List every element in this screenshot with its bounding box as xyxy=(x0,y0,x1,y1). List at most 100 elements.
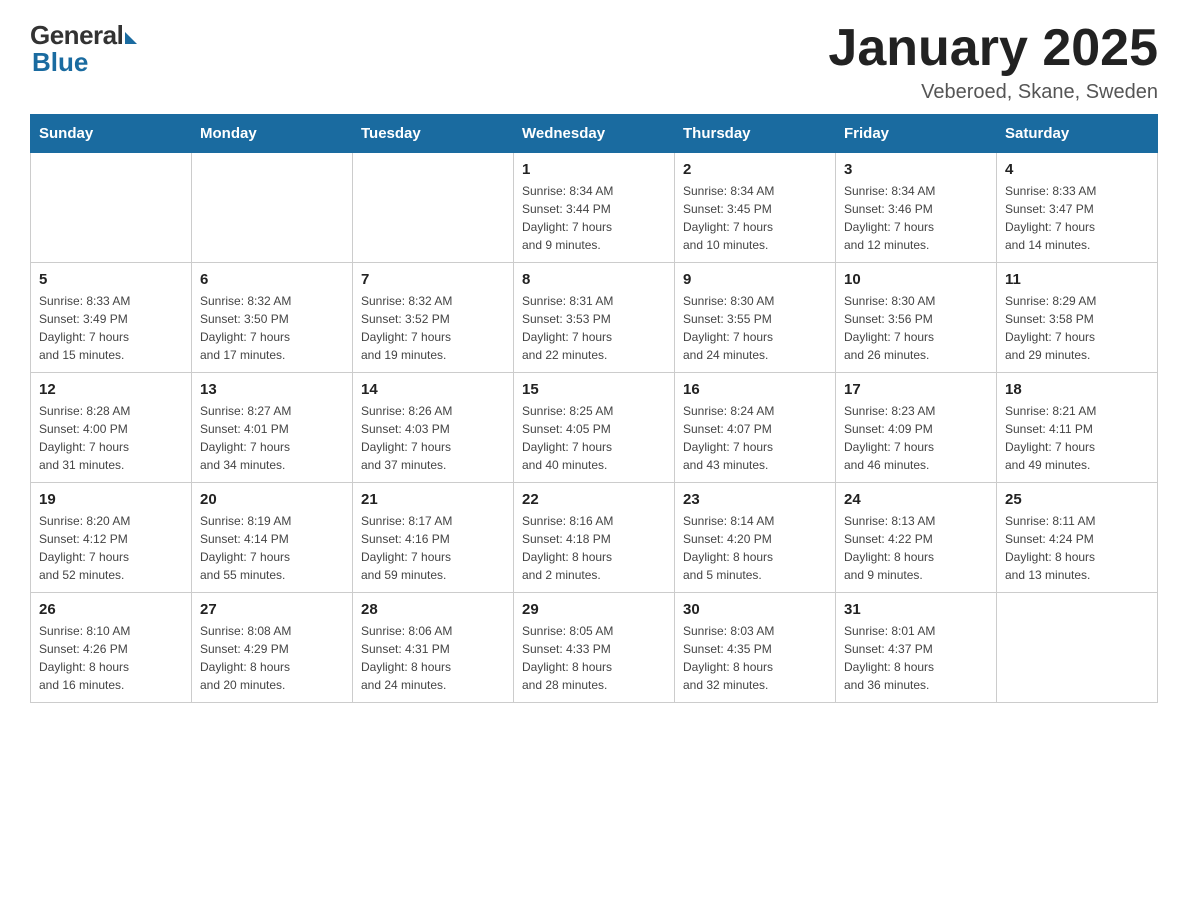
calendar-empty-cell xyxy=(31,153,192,263)
calendar-day-28: 28Sunrise: 8:06 AM Sunset: 4:31 PM Dayli… xyxy=(353,593,514,703)
day-number: 12 xyxy=(39,381,183,398)
logo-arrow-icon xyxy=(125,32,137,44)
day-number: 28 xyxy=(361,601,505,618)
calendar-week-row-2: 5 Sunrise: 8:33 AM Sunset: 3:49 PM Daylig… xyxy=(31,263,1158,373)
calendar-day-30: 30 Sunrise: 8:03 AM Sunset: 4:35 PM Dayli… xyxy=(675,593,836,703)
day-number: 30 xyxy=(683,601,827,618)
day-info-text: Sunrise: 8:25 AM Sunset: 4:05 PM Dayligh… xyxy=(522,402,666,474)
month-title: January 2025 xyxy=(828,20,1158,77)
calendar-day-18: 18 Sunrise: 8:21 AM Sunset: 4:11 PM Dayli… xyxy=(997,373,1158,483)
day-info-text: Sunrise: 8:23 AM Sunset: 4:09 PM Dayligh… xyxy=(844,402,988,474)
day-number: 3 xyxy=(844,161,988,178)
day-info-text: Sunrise: 8:19 AM Sunset: 4:14 PM Dayligh… xyxy=(200,512,344,584)
day-number: 10 xyxy=(844,271,988,288)
calendar-day-12: 12 Sunrise: 8:28 AM Sunset: 4:00 PM Dayli… xyxy=(31,373,192,483)
calendar-day-10: 10 Sunrise: 8:30 AM Sunset: 3:56 PM Dayli… xyxy=(836,263,997,373)
day-number: 13 xyxy=(200,381,344,398)
page-header: General Blue January 2025 Veberoed, Skan… xyxy=(30,20,1158,104)
calendar-day-19: 19Sunrise: 8:20 AM Sunset: 4:12 PM Dayli… xyxy=(31,483,192,593)
day-info-text: Sunrise: 8:32 AM Sunset: 3:52 PM Dayligh… xyxy=(361,292,505,364)
day-number: 26 xyxy=(39,601,183,618)
day-info-text: Sunrise: 8:03 AM Sunset: 4:35 PM Dayligh… xyxy=(683,622,827,694)
logo-blue-text: Blue xyxy=(32,47,88,78)
day-number: 6 xyxy=(200,271,344,288)
day-info-text: Sunrise: 8:11 AM Sunset: 4:24 PM Dayligh… xyxy=(1005,512,1149,584)
calendar-day-13: 13 Sunrise: 8:27 AM Sunset: 4:01 PM Dayli… xyxy=(192,373,353,483)
day-info-text: Sunrise: 8:16 AM Sunset: 4:18 PM Dayligh… xyxy=(522,512,666,584)
day-info-text: Sunrise: 8:13 AM Sunset: 4:22 PM Dayligh… xyxy=(844,512,988,584)
day-info-text: Sunrise: 8:08 AM Sunset: 4:29 PM Dayligh… xyxy=(200,622,344,694)
day-info-text: Sunrise: 8:17 AM Sunset: 4:16 PM Dayligh… xyxy=(361,512,505,584)
location-text: Veberoed, Skane, Sweden xyxy=(828,81,1158,104)
calendar-empty-cell xyxy=(192,153,353,263)
calendar-week-row-4: 19Sunrise: 8:20 AM Sunset: 4:12 PM Dayli… xyxy=(31,483,1158,593)
calendar-day-3: 3 Sunrise: 8:34 AM Sunset: 3:46 PM Daylig… xyxy=(836,153,997,263)
day-number: 2 xyxy=(683,161,827,178)
day-info-text: Sunrise: 8:32 AM Sunset: 3:50 PM Dayligh… xyxy=(200,292,344,364)
day-info-text: Sunrise: 8:29 AM Sunset: 3:58 PM Dayligh… xyxy=(1005,292,1149,364)
day-info-text: Sunrise: 8:14 AM Sunset: 4:20 PM Dayligh… xyxy=(683,512,827,584)
calendar-day-20: 20 Sunrise: 8:19 AM Sunset: 4:14 PM Dayli… xyxy=(192,483,353,593)
day-number: 23 xyxy=(683,491,827,508)
day-info-text: Sunrise: 8:27 AM Sunset: 4:01 PM Dayligh… xyxy=(200,402,344,474)
day-info-text: Sunrise: 8:34 AM Sunset: 3:44 PM Dayligh… xyxy=(522,182,666,254)
calendar-day-25: 25 Sunrise: 8:11 AM Sunset: 4:24 PM Dayli… xyxy=(997,483,1158,593)
day-info-text: Sunrise: 8:31 AM Sunset: 3:53 PM Dayligh… xyxy=(522,292,666,364)
calendar-day-6: 6 Sunrise: 8:32 AM Sunset: 3:50 PM Daylig… xyxy=(192,263,353,373)
day-number: 20 xyxy=(200,491,344,508)
calendar-day-7: 7Sunrise: 8:32 AM Sunset: 3:52 PM Daylig… xyxy=(353,263,514,373)
day-number: 9 xyxy=(683,271,827,288)
calendar-day-17: 17 Sunrise: 8:23 AM Sunset: 4:09 PM Dayli… xyxy=(836,373,997,483)
day-info-text: Sunrise: 8:30 AM Sunset: 3:56 PM Dayligh… xyxy=(844,292,988,364)
day-info-text: Sunrise: 8:30 AM Sunset: 3:55 PM Dayligh… xyxy=(683,292,827,364)
day-number: 15 xyxy=(522,381,666,398)
calendar-day-15: 15 Sunrise: 8:25 AM Sunset: 4:05 PM Dayli… xyxy=(514,373,675,483)
calendar-table: SundayMondayTuesdayWednesdayThursdayFrid… xyxy=(30,114,1158,703)
day-number: 16 xyxy=(683,381,827,398)
day-number: 8 xyxy=(522,271,666,288)
day-number: 22 xyxy=(522,491,666,508)
day-info-text: Sunrise: 8:34 AM Sunset: 3:45 PM Dayligh… xyxy=(683,182,827,254)
day-number: 19 xyxy=(39,491,183,508)
calendar-day-24: 24Sunrise: 8:13 AM Sunset: 4:22 PM Dayli… xyxy=(836,483,997,593)
day-number: 25 xyxy=(1005,491,1149,508)
day-number: 31 xyxy=(844,601,988,618)
day-number: 1 xyxy=(522,161,666,178)
weekday-header-saturday: Saturday xyxy=(997,115,1158,153)
day-info-text: Sunrise: 8:10 AM Sunset: 4:26 PM Dayligh… xyxy=(39,622,183,694)
day-info-text: Sunrise: 8:24 AM Sunset: 4:07 PM Dayligh… xyxy=(683,402,827,474)
day-info-text: Sunrise: 8:34 AM Sunset: 3:46 PM Dayligh… xyxy=(844,182,988,254)
weekday-header-friday: Friday xyxy=(836,115,997,153)
calendar-week-row-1: 1 Sunrise: 8:34 AM Sunset: 3:44 PM Daylig… xyxy=(31,153,1158,263)
weekday-header-wednesday: Wednesday xyxy=(514,115,675,153)
day-info-text: Sunrise: 8:21 AM Sunset: 4:11 PM Dayligh… xyxy=(1005,402,1149,474)
calendar-day-29: 29Sunrise: 8:05 AM Sunset: 4:33 PM Dayli… xyxy=(514,593,675,703)
weekday-header-monday: Monday xyxy=(192,115,353,153)
weekday-header-thursday: Thursday xyxy=(675,115,836,153)
calendar-day-4: 4Sunrise: 8:33 AM Sunset: 3:47 PM Daylig… xyxy=(997,153,1158,263)
weekday-header-sunday: Sunday xyxy=(31,115,192,153)
logo: General Blue xyxy=(30,20,137,78)
calendar-day-21: 21Sunrise: 8:17 AM Sunset: 4:16 PM Dayli… xyxy=(353,483,514,593)
calendar-day-1: 1 Sunrise: 8:34 AM Sunset: 3:44 PM Daylig… xyxy=(514,153,675,263)
calendar-day-2: 2 Sunrise: 8:34 AM Sunset: 3:45 PM Daylig… xyxy=(675,153,836,263)
calendar-day-31: 31Sunrise: 8:01 AM Sunset: 4:37 PM Dayli… xyxy=(836,593,997,703)
calendar-day-23: 23 Sunrise: 8:14 AM Sunset: 4:20 PM Dayli… xyxy=(675,483,836,593)
day-info-text: Sunrise: 8:26 AM Sunset: 4:03 PM Dayligh… xyxy=(361,402,505,474)
day-number: 29 xyxy=(522,601,666,618)
calendar-day-22: 22 Sunrise: 8:16 AM Sunset: 4:18 PM Dayli… xyxy=(514,483,675,593)
calendar-day-27: 27 Sunrise: 8:08 AM Sunset: 4:29 PM Dayli… xyxy=(192,593,353,703)
day-info-text: Sunrise: 8:28 AM Sunset: 4:00 PM Dayligh… xyxy=(39,402,183,474)
day-number: 11 xyxy=(1005,271,1149,288)
calendar-day-16: 16 Sunrise: 8:24 AM Sunset: 4:07 PM Dayli… xyxy=(675,373,836,483)
calendar-day-9: 9 Sunrise: 8:30 AM Sunset: 3:55 PM Daylig… xyxy=(675,263,836,373)
day-number: 27 xyxy=(200,601,344,618)
weekday-header-tuesday: Tuesday xyxy=(353,115,514,153)
calendar-day-11: 11 Sunrise: 8:29 AM Sunset: 3:58 PM Dayli… xyxy=(997,263,1158,373)
day-number: 18 xyxy=(1005,381,1149,398)
day-number: 17 xyxy=(844,381,988,398)
day-number: 5 xyxy=(39,271,183,288)
calendar-week-row-3: 12 Sunrise: 8:28 AM Sunset: 4:00 PM Dayli… xyxy=(31,373,1158,483)
day-info-text: Sunrise: 8:33 AM Sunset: 3:49 PM Dayligh… xyxy=(39,292,183,364)
calendar-day-26: 26 Sunrise: 8:10 AM Sunset: 4:26 PM Dayli… xyxy=(31,593,192,703)
